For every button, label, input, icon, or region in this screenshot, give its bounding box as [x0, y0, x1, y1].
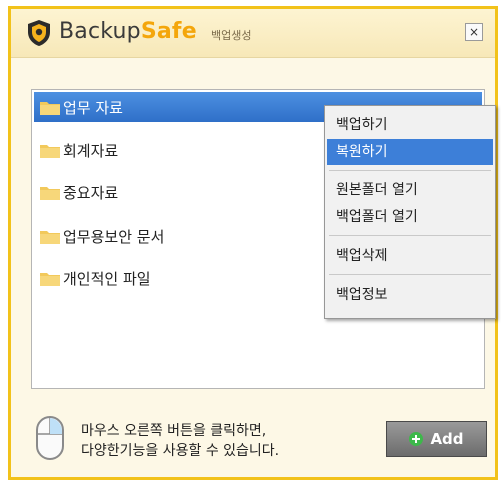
menu-separator: [329, 235, 491, 236]
close-button[interactable]: ×: [465, 23, 483, 41]
folder-icon: [40, 101, 60, 115]
window-subtitle: 백업생성: [211, 29, 252, 42]
menu-item-open-source-folder[interactable]: 원본폴더 열기: [327, 177, 493, 203]
add-button[interactable]: Add: [386, 421, 487, 457]
app-title: BackupSafe: [59, 19, 197, 44]
folder-name: 회계자료: [63, 141, 119, 160]
menu-item-backup-info[interactable]: 백업정보: [327, 282, 493, 308]
menu-item-backup[interactable]: 백업하기: [327, 112, 493, 138]
hint-line-2: 다양한기능을 사용할 수 있습니다.: [81, 443, 280, 459]
brand-safe: Safe: [140, 19, 197, 44]
mouse-icon: [36, 416, 64, 460]
brand-backup: Backup: [59, 19, 141, 44]
menu-item-restore[interactable]: 복원하기: [327, 139, 493, 165]
folder-icon: [40, 272, 60, 286]
folder-name: 개인적인 파일: [63, 269, 151, 288]
add-button-label: Add: [430, 430, 464, 448]
folder-name: 중요자료: [63, 183, 119, 202]
menu-separator: [329, 274, 491, 275]
title-bar: BackupSafe 백업생성 ×: [11, 9, 495, 58]
folder-icon: [40, 144, 60, 158]
folder-icon: [40, 186, 60, 200]
folder-icon: [40, 230, 60, 244]
shield-icon: [28, 20, 50, 46]
context-menu: 백업하기 복원하기 원본폴더 열기 백업폴더 열기 백업삭제 백업정보: [324, 105, 496, 319]
menu-item-open-backup-folder[interactable]: 백업폴더 열기: [327, 204, 493, 230]
hint-line-1: 마우스 오른쪽 버튼을 클릭하면,: [81, 423, 267, 439]
plus-icon: [409, 432, 424, 446]
folder-name: 업무 자료: [63, 98, 123, 117]
folder-name: 업무용보안 문서: [63, 227, 165, 246]
usage-hint: 마우스 오른쪽 버튼을 클릭하면, 다양한기능을 사용할 수 있습니다.: [81, 421, 279, 461]
menu-separator: [329, 170, 491, 171]
backupsafe-window: BackupSafe 백업생성 × 업무 자료 회계자료 중요자료 업무용보안 …: [8, 6, 498, 480]
menu-item-delete-backup[interactable]: 백업삭제: [327, 243, 493, 269]
